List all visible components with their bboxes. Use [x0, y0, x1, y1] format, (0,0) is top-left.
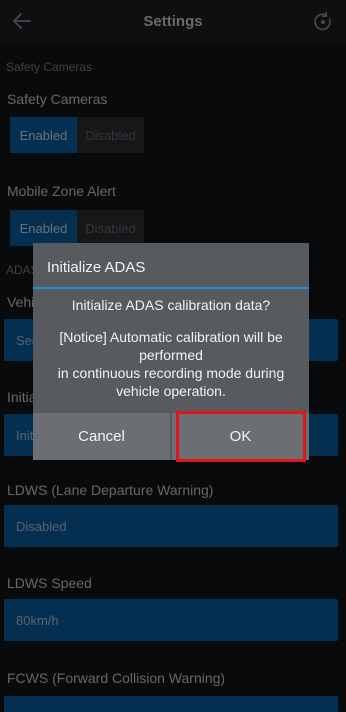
- cancel-button[interactable]: Cancel: [33, 413, 170, 460]
- dialog-divider: [33, 287, 309, 289]
- dialog-message: Initialize ADAS calibration data? [Notic…: [43, 296, 299, 400]
- dialog-notice-line3: in continuous recording mode during: [57, 365, 285, 381]
- settings-screen: Settings Safety Cameras Safety Cameras E…: [0, 0, 346, 712]
- dialog-notice-line2: performed: [139, 347, 203, 363]
- dialog-notice-line1: [Notice] Automatic calibration will be: [59, 329, 283, 345]
- ok-button-highlight: [176, 411, 306, 462]
- dialog-question: Initialize ADAS calibration data?: [71, 297, 271, 313]
- dialog-title: Initialize ADAS: [47, 259, 146, 276]
- dialog-notice-line4: vehicle operation.: [116, 383, 226, 399]
